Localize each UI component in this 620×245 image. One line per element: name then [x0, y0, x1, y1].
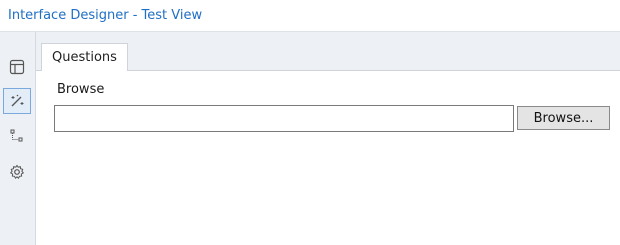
layout-view-button[interactable]	[3, 54, 31, 80]
settings-button[interactable]	[3, 159, 31, 185]
browse-label: Browse	[57, 82, 105, 97]
tree-view-button[interactable]	[3, 123, 31, 149]
layout-icon	[9, 59, 25, 75]
tab-questions[interactable]: Questions	[41, 43, 128, 71]
content-area: Questions Browse Browse...	[36, 32, 620, 245]
magic-wand-icon	[9, 93, 25, 109]
questions-panel: Browse Browse...	[36, 71, 620, 245]
tree-icon	[9, 128, 25, 144]
gear-icon	[9, 164, 25, 180]
title-bar: Interface Designer - Test View	[0, 0, 620, 32]
interface-designer-window: Interface Designer - Test View Questions…	[0, 0, 620, 245]
browse-button[interactable]: Browse...	[517, 106, 610, 130]
window-title: Interface Designer - Test View	[8, 8, 203, 23]
test-view-button[interactable]	[3, 88, 31, 114]
left-tool-rail	[0, 32, 36, 245]
file-path-input[interactable]	[54, 105, 514, 132]
tab-strip: Questions	[36, 32, 620, 71]
